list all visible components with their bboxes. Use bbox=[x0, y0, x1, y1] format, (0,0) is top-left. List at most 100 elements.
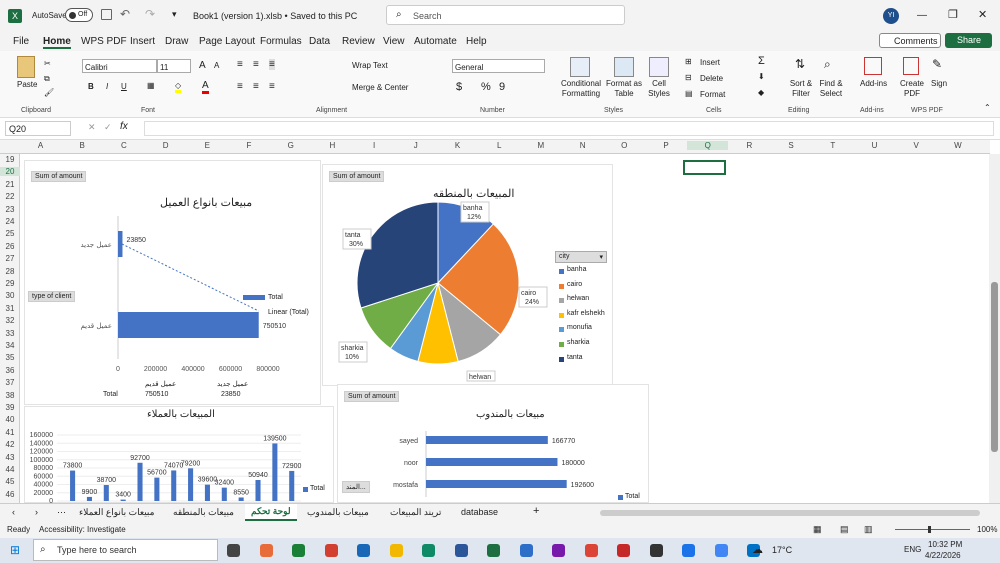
row-header[interactable]: 20 bbox=[0, 167, 20, 177]
prev-sheet-icon[interactable]: ‹ bbox=[12, 507, 15, 517]
row-header[interactable]: 25 bbox=[0, 229, 20, 238]
column-header[interactable]: G bbox=[270, 141, 311, 150]
create-pdf-button[interactable]: Create PDF bbox=[899, 79, 925, 99]
restore-icon[interactable]: ❐ bbox=[948, 8, 958, 21]
menu-data[interactable]: Data bbox=[309, 36, 330, 47]
align-center-icon[interactable]: ≡ bbox=[253, 81, 259, 92]
excel-taskbar-icon[interactable] bbox=[454, 544, 468, 557]
column-header[interactable]: M bbox=[520, 141, 561, 150]
cut-icon[interactable]: ✂ bbox=[44, 59, 51, 68]
name-box[interactable]: Q20 bbox=[5, 121, 71, 136]
row-header[interactable]: 23 bbox=[0, 205, 20, 214]
edge-icon[interactable] bbox=[292, 544, 305, 557]
menu-formulas[interactable]: Formulas bbox=[260, 36, 302, 47]
language-indicator[interactable]: ENG bbox=[904, 545, 921, 554]
row-header[interactable]: 45 bbox=[0, 477, 20, 486]
chrome-icon[interactable] bbox=[584, 544, 598, 557]
legend-filter[interactable]: city ▾ bbox=[555, 251, 607, 263]
row-header[interactable]: 33 bbox=[0, 329, 20, 338]
row-header[interactable]: 32 bbox=[0, 316, 20, 325]
column-header[interactable]: I bbox=[354, 141, 395, 150]
cancel-icon[interactable]: ✕ bbox=[88, 122, 96, 133]
sheet-tab[interactable]: مبيعات بالمنطقه bbox=[173, 507, 234, 518]
comma-button[interactable]: 9 bbox=[499, 81, 505, 93]
align-top-icon[interactable]: ≡ bbox=[237, 59, 243, 70]
currency-button[interactable]: $ bbox=[456, 81, 462, 93]
column-header[interactable]: B bbox=[62, 141, 103, 150]
row-header[interactable]: 39 bbox=[0, 403, 20, 412]
column-header[interactable]: N bbox=[562, 141, 603, 150]
weather-icon[interactable]: ☁ bbox=[752, 543, 763, 556]
column-header[interactable]: P bbox=[646, 141, 687, 150]
row-header[interactable]: 40 bbox=[0, 415, 20, 424]
row-header[interactable]: 21 bbox=[0, 180, 20, 189]
column-header[interactable]: U bbox=[854, 141, 895, 150]
column-header[interactable]: C bbox=[103, 141, 144, 150]
font-size-select[interactable]: 11 bbox=[157, 59, 191, 73]
shrink-font-icon[interactable]: A bbox=[214, 61, 219, 70]
document-title[interactable]: Book1 (version 1).xlsb • Saved to this P… bbox=[193, 11, 357, 21]
comments-button[interactable]: Comments bbox=[879, 33, 941, 48]
format-cells-icon[interactable]: ▤ bbox=[685, 89, 693, 98]
menu-view[interactable]: View bbox=[383, 36, 405, 47]
wps-icon[interactable] bbox=[617, 544, 630, 557]
align-right-icon[interactable]: ≡ bbox=[269, 81, 275, 92]
paste-icon[interactable] bbox=[17, 56, 35, 78]
store-icon[interactable] bbox=[324, 544, 338, 557]
row-header[interactable]: 28 bbox=[0, 267, 20, 276]
row-header[interactable]: 44 bbox=[0, 465, 20, 474]
paste-button[interactable]: Paste bbox=[17, 80, 37, 89]
fill-color-icon[interactable]: ◇ bbox=[175, 81, 182, 93]
vscode-icon[interactable] bbox=[422, 544, 435, 557]
save-icon[interactable] bbox=[101, 9, 112, 20]
delete-cells-button[interactable]: Delete bbox=[700, 74, 723, 83]
row-header[interactable]: 36 bbox=[0, 366, 20, 375]
row-header[interactable]: 27 bbox=[0, 254, 20, 263]
more-sheets-icon[interactable]: ⋯ bbox=[57, 507, 66, 518]
column-header[interactable]: J bbox=[395, 141, 436, 150]
windows-start-icon[interactable]: ⊞ bbox=[10, 543, 20, 557]
insert-cells-button[interactable]: Insert bbox=[700, 58, 720, 67]
onenote2-icon[interactable] bbox=[552, 544, 565, 557]
telegram-icon[interactable] bbox=[682, 544, 695, 557]
row-header[interactable]: 31 bbox=[0, 304, 20, 313]
scrollbar-thumb[interactable] bbox=[991, 282, 998, 452]
undo-icon[interactable]: ↶ bbox=[120, 7, 130, 21]
menu-automate[interactable]: Automate bbox=[414, 36, 457, 47]
chart-region[interactable]: Sum of amount المبيعات بالمنطقه banha 12%… bbox=[322, 164, 613, 386]
autosum-icon[interactable]: Σ bbox=[758, 55, 765, 67]
taskbar-search[interactable]: ⌕ Type here to search bbox=[33, 539, 218, 561]
delete-cells-icon[interactable]: ⊟ bbox=[685, 73, 692, 82]
chart-customers[interactable]: المبيعات بالعملاء 160000 140000 120000 1000… bbox=[24, 406, 334, 504]
column-header[interactable]: E bbox=[187, 141, 228, 150]
grow-font-icon[interactable]: A bbox=[199, 60, 206, 71]
merge-center-button[interactable]: Merge & Center bbox=[352, 83, 408, 92]
format-table-icon[interactable] bbox=[614, 57, 634, 77]
format-painter-icon[interactable]: 🖌 bbox=[44, 88, 54, 97]
column-header[interactable]: L bbox=[479, 141, 520, 150]
outlook-icon[interactable] bbox=[357, 544, 370, 557]
sort-filter-icon[interactable]: ⇅ bbox=[795, 57, 805, 71]
column-header[interactable]: W bbox=[937, 141, 978, 150]
sheet-tab[interactable]: مبيعات بالمندوب bbox=[307, 507, 369, 518]
search-box[interactable]: ⌕ Search bbox=[386, 5, 625, 25]
task-view-icon[interactable] bbox=[227, 544, 240, 557]
row-header[interactable]: 22 bbox=[0, 192, 20, 201]
page-break-view-icon[interactable]: ▥ bbox=[864, 524, 873, 535]
menu-insert[interactable]: Insert bbox=[130, 36, 155, 47]
row-header[interactable]: 46 bbox=[0, 490, 20, 499]
sign-button[interactable]: Sign bbox=[931, 79, 947, 88]
onenote-icon[interactable] bbox=[519, 544, 533, 557]
sheet-tab[interactable]: تريند المبيعات bbox=[390, 507, 441, 518]
row-header[interactable]: 38 bbox=[0, 391, 20, 400]
user-avatar[interactable]: YI bbox=[883, 8, 899, 24]
close-icon[interactable]: ✕ bbox=[978, 8, 987, 21]
column-header[interactable]: Q bbox=[687, 141, 729, 150]
row-header[interactable]: 19 bbox=[0, 155, 20, 164]
menu-home[interactable]: Home bbox=[43, 36, 71, 49]
enter-icon[interactable]: ✓ bbox=[104, 122, 112, 133]
clock-time[interactable]: 10:32 PM bbox=[928, 540, 962, 549]
conditional-formatting-button[interactable]: Conditional Formatting bbox=[559, 79, 603, 99]
insert-function-button[interactable]: fx bbox=[120, 121, 128, 132]
sheet-tab[interactable]: database bbox=[461, 507, 498, 517]
